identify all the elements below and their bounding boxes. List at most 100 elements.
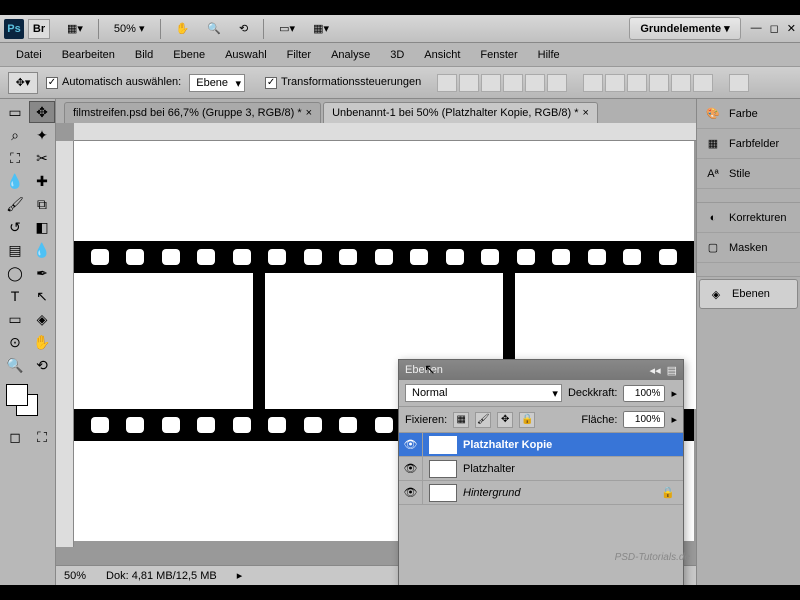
blend-mode-dropdown[interactable]: Normal — [405, 384, 562, 402]
distribute-icon[interactable] — [693, 74, 713, 92]
layers-panel-header[interactable]: Ebenen ◂◂ ▤ — [399, 360, 683, 380]
status-arrow-icon[interactable]: ▸ — [237, 569, 243, 582]
history-brush-tool[interactable]: ↺ — [2, 216, 28, 238]
layer-name[interactable]: Platzhalter — [463, 463, 515, 475]
menu-analyse[interactable]: Analyse — [323, 46, 378, 64]
screen-mode-icon[interactable]: ▭▾ — [272, 19, 302, 38]
panel-ebenen[interactable]: ◈Ebenen — [699, 279, 798, 309]
lock-position-icon[interactable]: ✥ — [497, 412, 513, 428]
distribute-icon[interactable] — [649, 74, 669, 92]
layer-row[interactable]: 👁 Platzhalter Kopie — [399, 433, 683, 457]
visibility-icon[interactable]: 👁 — [399, 457, 423, 480]
zoom-status[interactable]: 50% — [64, 570, 86, 582]
distribute-icon[interactable] — [671, 74, 691, 92]
panel-korrekturen[interactable]: ◐Korrekturen — [697, 203, 800, 233]
visibility-icon[interactable]: 👁 — [399, 481, 423, 504]
minimize-icon[interactable]: — — [751, 22, 762, 35]
panel-menu-icon[interactable]: ▤ — [667, 364, 677, 377]
autoselect-checkbox[interactable]: ✓Automatisch auswählen: — [46, 76, 181, 89]
collapse-icon[interactable]: ◂◂ — [650, 364, 661, 377]
foreground-color[interactable] — [6, 384, 28, 406]
layer-name[interactable]: Hintergrund — [463, 487, 520, 499]
ruler-vertical[interactable] — [56, 141, 74, 547]
crop-tool[interactable]: ⛶ — [2, 147, 28, 169]
wand-tool[interactable]: ✦ — [29, 124, 55, 146]
align-icon[interactable] — [459, 74, 479, 92]
stamp-tool[interactable]: ⧉ — [29, 193, 55, 215]
layer-row[interactable]: 👁 Hintergrund 🔒 — [399, 481, 683, 505]
close-tab-icon[interactable]: × — [583, 107, 589, 119]
gradient-tool[interactable]: ▤ — [2, 239, 28, 261]
color-swatches[interactable] — [6, 384, 49, 418]
pen-tool[interactable]: ✒ — [29, 262, 55, 284]
doc-status[interactable]: Dok: 4,81 MB/12,5 MB — [106, 570, 217, 582]
auto-align-icon[interactable] — [729, 74, 749, 92]
autoselect-dropdown[interactable]: Ebene — [189, 74, 245, 92]
path-tool[interactable]: ↖ — [29, 285, 55, 307]
lock-all-icon[interactable]: 🔒 — [519, 412, 535, 428]
dodge-tool[interactable]: ◯ — [2, 262, 28, 284]
shape-tool[interactable]: ▭ — [2, 308, 28, 330]
screenmode-tool[interactable]: ⛶ — [29, 426, 55, 448]
distribute-icon[interactable] — [605, 74, 625, 92]
workspace-selector[interactable]: Grundelemente ▾ — [629, 17, 740, 40]
blur-tool[interactable]: 💧 — [29, 239, 55, 261]
close-icon[interactable]: ✕ — [787, 22, 796, 35]
zoom-tool-icon[interactable]: 🔍 — [200, 19, 228, 38]
menu-datei[interactable]: Datei — [8, 46, 50, 64]
bridge-button[interactable]: Br — [28, 19, 50, 39]
lasso-tool[interactable]: ⌕ — [2, 124, 28, 146]
layer-thumb[interactable] — [429, 436, 457, 454]
fill-flyout-icon[interactable]: ▸ — [671, 413, 677, 426]
document-tab[interactable]: Unbenannt-1 bei 50% (Platzhalter Kopie, … — [323, 102, 598, 123]
panel-stile[interactable]: AªStile — [697, 159, 800, 189]
menu-ebene[interactable]: Ebene — [165, 46, 213, 64]
move-tool-indicator[interactable]: ✥▾ — [8, 72, 38, 94]
document-tab[interactable]: filmstreifen.psd bei 66,7% (Gruppe 3, RG… — [64, 102, 321, 123]
maximize-icon[interactable]: ◻ — [770, 22, 779, 35]
lock-transparent-icon[interactable]: ▦ — [453, 412, 469, 428]
align-icon[interactable] — [525, 74, 545, 92]
layer-row[interactable]: 👁 Platzhalter — [399, 457, 683, 481]
align-icon[interactable] — [547, 74, 567, 92]
lock-pixels-icon[interactable]: 🖌 — [475, 412, 491, 428]
brush-tool[interactable]: 🖌 — [2, 193, 28, 215]
arrange-button[interactable]: ▦▾ — [60, 19, 90, 38]
align-icon[interactable] — [503, 74, 523, 92]
eraser-tool[interactable]: ◧ — [29, 216, 55, 238]
eyedropper-tool[interactable]: 💧 — [2, 170, 28, 192]
layer-thumb[interactable] — [429, 484, 457, 502]
extras-icon[interactable]: ▦▾ — [306, 19, 336, 38]
3d-camera-tool[interactable]: ⊙ — [2, 331, 28, 353]
menu-filter[interactable]: Filter — [279, 46, 319, 64]
menu-3d[interactable]: 3D — [382, 46, 412, 64]
panel-masken[interactable]: ▢Masken — [697, 233, 800, 263]
transform-checkbox[interactable]: ✓Transformationssteuerungen — [265, 76, 421, 89]
fill-input[interactable] — [623, 411, 665, 428]
quickmask-tool[interactable]: ◻ — [2, 426, 28, 448]
panel-farbe[interactable]: 🎨Farbe — [697, 99, 800, 129]
menu-bild[interactable]: Bild — [127, 46, 161, 64]
opacity-input[interactable] — [623, 385, 665, 402]
layer-name[interactable]: Platzhalter Kopie — [463, 439, 552, 451]
move-tool[interactable]: ✥ — [29, 101, 55, 123]
menu-fenster[interactable]: Fenster — [472, 46, 525, 64]
menu-ansicht[interactable]: Ansicht — [416, 46, 468, 64]
menu-bearbeiten[interactable]: Bearbeiten — [54, 46, 123, 64]
type-tool[interactable]: T — [2, 285, 28, 307]
hand-tool[interactable]: ✋ — [29, 331, 55, 353]
layer-thumb[interactable] — [429, 460, 457, 478]
rotate-tool[interactable]: ⟲ — [29, 354, 55, 376]
align-icon[interactable] — [481, 74, 501, 92]
3d-tool[interactable]: ◈ — [29, 308, 55, 330]
rotate-view-icon[interactable]: ⟲ — [232, 19, 255, 38]
ruler-horizontal[interactable] — [74, 123, 696, 141]
heal-tool[interactable]: ✚ — [29, 170, 55, 192]
panel-farbfelder[interactable]: ▦Farbfelder — [697, 129, 800, 159]
opacity-flyout-icon[interactable]: ▸ — [671, 387, 677, 400]
align-icon[interactable] — [437, 74, 457, 92]
visibility-icon[interactable]: 👁 — [399, 433, 423, 456]
menu-hilfe[interactable]: Hilfe — [530, 46, 568, 64]
zoom-tool[interactable]: 🔍 — [2, 354, 28, 376]
menu-auswahl[interactable]: Auswahl — [217, 46, 275, 64]
